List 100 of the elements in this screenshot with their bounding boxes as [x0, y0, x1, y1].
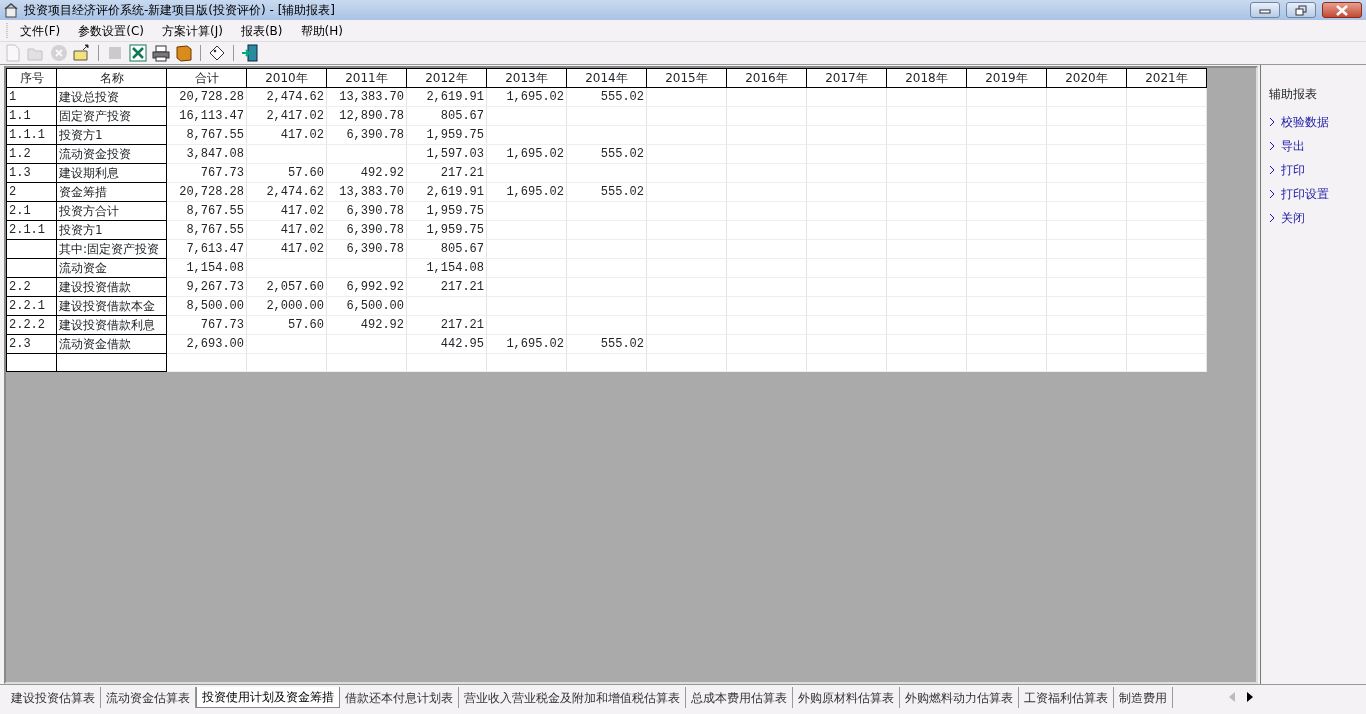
table-cell: 8,500.00	[166, 296, 247, 316]
side-link[interactable]: 关闭	[1269, 209, 1366, 227]
table-cell: 其中:固定资产投资	[56, 239, 167, 259]
window-title: 投资项目经济评价系统-新建项目版(投资评价) - [辅助报表]	[24, 2, 336, 19]
table-cell: 流动资金	[56, 258, 167, 278]
exit-door-icon[interactable]	[241, 44, 259, 62]
menu-item[interactable]: 文件(F)	[13, 21, 68, 40]
table-cell: 9,267.73	[166, 277, 247, 297]
side-link[interactable]: 打印设置	[1269, 185, 1366, 203]
table-cell: 1.2	[6, 144, 57, 164]
grip-handle[interactable]	[6, 22, 9, 39]
table-cell: 1,959.75	[406, 220, 487, 240]
table-cell: 6,992.92	[326, 277, 407, 297]
column-header: 2016年	[726, 68, 807, 88]
table-cell: 805.67	[406, 239, 487, 259]
column-header: 2015年	[646, 68, 727, 88]
panel-title: 辅助报表	[1269, 86, 1318, 103]
column-header: 2017年	[806, 68, 887, 88]
table-cell: 1,695.02	[486, 182, 567, 202]
table-cell: 建设投资借款	[56, 277, 167, 297]
column-header: 2010年	[246, 68, 327, 88]
menu-item[interactable]: 帮助(H)	[293, 21, 350, 40]
table-cell: 13,383.70	[326, 87, 407, 107]
table-cell: 2,474.62	[246, 87, 327, 107]
sheet-tab[interactable]: 制造费用	[1114, 687, 1173, 708]
menu-item[interactable]: 方案计算(J)	[155, 21, 230, 40]
table-cell: 417.02	[246, 220, 327, 240]
table-cell: 217.21	[406, 163, 487, 183]
table-cell: 1.1.1	[6, 125, 57, 145]
column-header: 名称	[56, 68, 167, 88]
close-button[interactable]	[1322, 2, 1362, 18]
table-cell: 建设投资借款利息	[56, 315, 167, 335]
table-cell: 20,728.28	[166, 182, 247, 202]
table-cell: 2.2.2	[6, 315, 57, 335]
column-header: 2018年	[886, 68, 967, 88]
table-cell: 流动资金投资	[56, 144, 167, 164]
table-cell: 1,959.75	[406, 201, 487, 221]
menu-item[interactable]: 参数设置(C)	[71, 21, 151, 40]
table-cell: 57.60	[246, 163, 327, 183]
table-cell: 2,693.00	[166, 334, 247, 354]
table-cell: 16,113.47	[166, 106, 247, 126]
table-cell: 767.73	[166, 163, 247, 183]
table-cell: 20,728.28	[166, 87, 247, 107]
sheet-tab[interactable]: 投资使用计划及资金筹措	[196, 687, 340, 708]
table-cell: 2	[6, 182, 57, 202]
table-cell: 1	[6, 87, 57, 107]
table-cell: 2,619.91	[406, 87, 487, 107]
table-cell: 13,383.70	[326, 182, 407, 202]
table-cell: 805.67	[406, 106, 487, 126]
column-header: 合计	[166, 68, 247, 88]
column-header: 2013年	[486, 68, 567, 88]
table-cell: 1,154.08	[406, 258, 487, 278]
table-cell: 1,695.02	[486, 87, 567, 107]
restore-button[interactable]	[1286, 2, 1316, 18]
table-cell: 1,695.02	[486, 144, 567, 164]
table-cell: 1,154.08	[166, 258, 247, 278]
table-cell: 767.73	[166, 315, 247, 335]
print-icon[interactable]	[152, 44, 170, 62]
sheet-tab[interactable]: 借款还本付息计划表	[340, 687, 459, 708]
table-cell: 8,767.55	[166, 220, 247, 240]
table-cell: 3,847.08	[166, 144, 247, 164]
sheet-tab[interactable]: 外购燃料动力估算表	[900, 687, 1019, 708]
side-link[interactable]: 导出	[1269, 137, 1366, 155]
sheet-tab[interactable]: 营业收入营业税金及附加和增值税估算表	[459, 687, 686, 708]
table-cell: 6,390.78	[326, 220, 407, 240]
chevron-icon	[1269, 189, 1275, 199]
chevron-icon	[1269, 165, 1275, 175]
sheet-tab[interactable]: 建设投资估算表	[6, 687, 101, 708]
spreadsheet-icon[interactable]	[129, 44, 147, 62]
column-header: 2020年	[1046, 68, 1127, 88]
table-cell: 555.02	[566, 87, 647, 107]
side-link[interactable]: 打印	[1269, 161, 1366, 179]
chevron-icon	[1269, 213, 1275, 223]
table-cell: 492.92	[326, 163, 407, 183]
table-cell: 1,597.03	[406, 144, 487, 164]
side-link[interactable]: 校验数据	[1269, 113, 1366, 131]
sheet-tab[interactable]: 外购原材料估算表	[793, 687, 900, 708]
table-cell: 442.95	[406, 334, 487, 354]
table-cell: 投资方合计	[56, 201, 167, 221]
book-icon[interactable]	[175, 44, 193, 62]
menu-item[interactable]: 报表(B)	[233, 21, 290, 40]
table-cell: 492.92	[326, 315, 407, 335]
table-cell: 2,474.62	[246, 182, 327, 202]
table-cell: 2.1.1	[6, 220, 57, 240]
column-header: 2021年	[1126, 68, 1207, 88]
table-cell: 投资方1	[56, 125, 167, 145]
table-cell: 1,695.02	[486, 334, 567, 354]
table-cell: 217.21	[406, 277, 487, 297]
sheet-tab[interactable]: 工资福利估算表	[1019, 687, 1114, 708]
sheet-tab[interactable]: 总成本费用估算表	[686, 687, 793, 708]
tag-icon[interactable]	[208, 44, 226, 62]
table-cell: 流动资金借款	[56, 334, 167, 354]
minimize-button[interactable]	[1250, 2, 1280, 18]
folder-up-icon[interactable]	[73, 44, 91, 62]
restore-icon	[1295, 4, 1307, 16]
column-header: 2011年	[326, 68, 407, 88]
table-cell: 投资方1	[56, 220, 167, 240]
table-cell: 2,000.00	[246, 296, 327, 316]
table-cell: 417.02	[246, 201, 327, 221]
chevron-icon	[1269, 141, 1275, 151]
